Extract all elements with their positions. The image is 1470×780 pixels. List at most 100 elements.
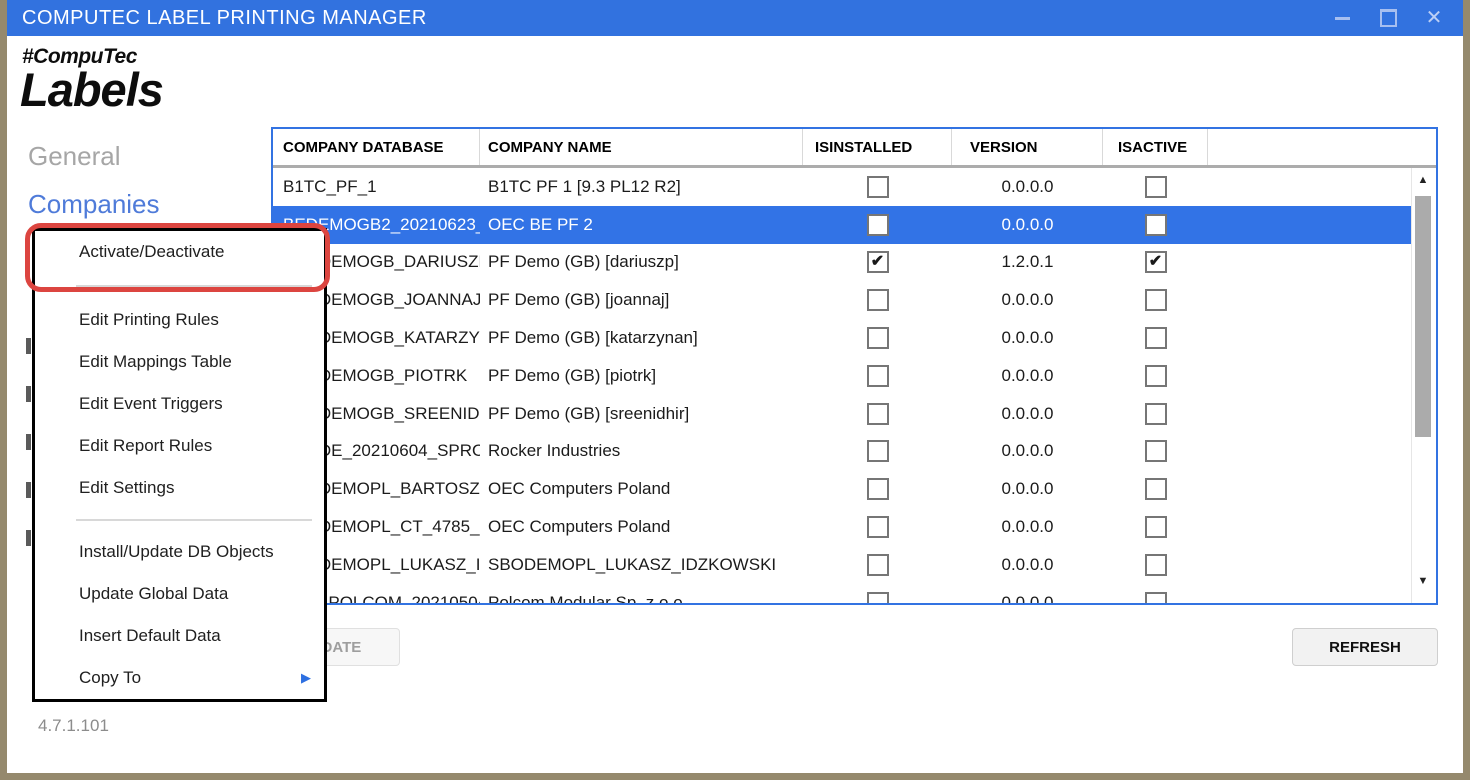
submenu-arrow-icon: ▶ xyxy=(301,670,311,686)
table-row[interactable]: SBODEMOPL_LUKASZ_IDZKOWSKISBODEMOPL_LUKA… xyxy=(273,546,1414,584)
companies-table: COMPANY DATABASE COMPANY NAME ISINSTALLE… xyxy=(271,127,1438,605)
isinstalled-checkbox[interactable] xyxy=(867,365,889,387)
table-row[interactable]: SBODEMOGB_JOANNAJPF Demo (GB) [joannaj]0… xyxy=(273,281,1414,319)
version-cell: 0.0.0.0 xyxy=(952,593,1103,603)
window-controls: ✕ xyxy=(1319,0,1457,36)
isinstalled-checkbox[interactable] xyxy=(867,478,889,500)
column-header-company-database[interactable]: COMPANY DATABASE xyxy=(273,129,480,165)
isactive-cell xyxy=(1103,440,1208,462)
sidebar-item-general[interactable]: General xyxy=(28,141,121,172)
isinstalled-cell xyxy=(803,289,952,311)
column-header-empty xyxy=(1208,129,1436,165)
table-row[interactable]: SBO_POLCOM_20210504Polcom Modular Sp. z … xyxy=(273,584,1414,603)
isactive-checkbox[interactable] xyxy=(1145,554,1167,576)
close-button[interactable]: ✕ xyxy=(1411,0,1457,36)
table-row[interactable]: B1TC_PF_1B1TC PF 1 [9.3 PL12 R2]0.0.0.0 xyxy=(273,168,1414,206)
table-scrollbar[interactable]: ▲ ▼ xyxy=(1411,168,1434,603)
isactive-cell xyxy=(1103,478,1208,500)
isactive-checkbox[interactable] xyxy=(1145,214,1167,236)
isactive-checkbox[interactable] xyxy=(1145,403,1167,425)
isactive-cell xyxy=(1103,214,1208,236)
isinstalled-cell xyxy=(803,214,952,236)
menu-item-edit-report-rules[interactable]: Edit Report Rules xyxy=(35,425,324,467)
sidebar-item-companies[interactable]: Companies xyxy=(28,189,160,220)
table-header: COMPANY DATABASE COMPANY NAME ISINSTALLE… xyxy=(273,129,1436,165)
isactive-checkbox[interactable]: ✔ xyxy=(1145,251,1167,273)
isinstalled-checkbox[interactable] xyxy=(867,327,889,349)
column-header-isactive[interactable]: ISACTIVE xyxy=(1103,129,1208,165)
isactive-checkbox[interactable] xyxy=(1145,478,1167,500)
isinstalled-cell xyxy=(803,327,952,349)
sidebar-item-fragment xyxy=(26,338,31,354)
context-menu: Activate/Deactivate Edit Printing Rules Ed… xyxy=(32,228,327,702)
table-row[interactable]: SBODEMOPL_CT_4785_COMPOEC Computers Pola… xyxy=(273,508,1414,546)
menu-separator xyxy=(35,273,324,299)
isactive-checkbox[interactable] xyxy=(1145,289,1167,311)
isinstalled-checkbox[interactable]: ✔ xyxy=(867,251,889,273)
sidebar-item-fragment xyxy=(26,530,31,546)
menu-item-activate-deactivate[interactable]: Activate/Deactivate xyxy=(35,231,324,273)
scrollbar-thumb[interactable] xyxy=(1415,196,1431,437)
sidebar-item-fragment xyxy=(26,434,31,450)
maximize-button[interactable] xyxy=(1365,0,1411,36)
isactive-cell: ✔ xyxy=(1103,251,1208,273)
isinstalled-checkbox[interactable] xyxy=(867,516,889,538)
isinstalled-checkbox[interactable] xyxy=(867,592,889,603)
table-row[interactable]: SBODEMOGB_DARIUSZPPF Demo (GB) [dariuszp… xyxy=(273,244,1414,282)
close-icon: ✕ xyxy=(1426,8,1443,28)
menu-item-update-global-data[interactable]: Update Global Data xyxy=(35,573,324,615)
scroll-up-icon[interactable]: ▲ xyxy=(1412,174,1434,186)
isinstalled-cell xyxy=(803,440,952,462)
title-bar: COMPUTEC LABEL PRINTING MANAGER ✕ xyxy=(7,0,1463,36)
column-header-isinstalled[interactable]: ISINSTALLED xyxy=(803,129,952,165)
isactive-cell xyxy=(1103,365,1208,387)
menu-item-edit-printing-rules[interactable]: Edit Printing Rules xyxy=(35,299,324,341)
table-row[interactable]: SBODEMOGB_SREENIDHIRPF Demo (GB) [sreeni… xyxy=(273,395,1414,433)
menu-item-install-update-db-objects[interactable]: Install/Update DB Objects xyxy=(35,531,324,573)
isactive-checkbox[interactable] xyxy=(1145,327,1167,349)
refresh-button[interactable]: REFRESH xyxy=(1292,628,1438,666)
version-cell: 0.0.0.0 xyxy=(952,328,1103,348)
isactive-checkbox[interactable] xyxy=(1145,592,1167,603)
menu-item-insert-default-data[interactable]: Insert Default Data xyxy=(35,615,324,657)
menu-item-edit-event-triggers[interactable]: Edit Event Triggers xyxy=(35,383,324,425)
minimize-icon xyxy=(1335,17,1350,20)
table-row[interactable]: BEDEMOGB2_20210623_SOEC BE PF 20.0.0.0 xyxy=(273,206,1414,244)
column-header-company-name[interactable]: COMPANY NAME xyxy=(480,129,803,165)
menu-item-label: Edit Mappings Table xyxy=(79,352,232,372)
isinstalled-checkbox[interactable] xyxy=(867,554,889,576)
company-name-cell: OEC Computers Poland xyxy=(480,479,803,499)
menu-item-label: Edit Event Triggers xyxy=(79,394,223,414)
menu-item-copy-to[interactable]: Copy To▶ xyxy=(35,657,324,699)
version-cell: 0.0.0.0 xyxy=(952,404,1103,424)
scroll-down-icon[interactable]: ▼ xyxy=(1412,575,1434,587)
version-cell: 0.0.0.0 xyxy=(952,479,1103,499)
table-row[interactable]: SBODEMOPL_BARTOSZTOEC Computers Poland0.… xyxy=(273,470,1414,508)
isactive-cell xyxy=(1103,327,1208,349)
version-cell: 0.0.0.0 xyxy=(952,177,1103,197)
isinstalled-checkbox[interactable] xyxy=(867,403,889,425)
menu-item-edit-settings[interactable]: Edit Settings xyxy=(35,467,324,509)
menu-item-edit-mappings-table[interactable]: Edit Mappings Table xyxy=(35,341,324,383)
app-version-label: 4.7.1.101 xyxy=(38,716,109,736)
minimize-button[interactable] xyxy=(1319,0,1365,36)
menu-item-label: Edit Report Rules xyxy=(79,436,212,456)
table-row[interactable]: SBODEMOGB_PIOTRKPF Demo (GB) [piotrk]0.0… xyxy=(273,357,1414,395)
isinstalled-cell xyxy=(803,592,952,603)
isinstalled-checkbox[interactable] xyxy=(867,440,889,462)
isinstalled-checkbox[interactable] xyxy=(867,289,889,311)
isinstalled-checkbox[interactable] xyxy=(867,176,889,198)
version-cell: 0.0.0.0 xyxy=(952,366,1103,386)
table-row[interactable]: SBODEMOGB_KATARZYNANPF Demo (GB) [katarz… xyxy=(273,319,1414,357)
isactive-checkbox[interactable] xyxy=(1145,176,1167,198)
isactive-checkbox[interactable] xyxy=(1145,516,1167,538)
isactive-checkbox[interactable] xyxy=(1145,365,1167,387)
isinstalled-checkbox[interactable] xyxy=(867,214,889,236)
menu-item-label: Insert Default Data xyxy=(79,626,221,646)
company-name-cell: OEC Computers Poland xyxy=(480,517,803,537)
menu-item-label: Edit Printing Rules xyxy=(79,310,219,330)
isactive-checkbox[interactable] xyxy=(1145,440,1167,462)
table-row[interactable]: SBODE_20210604_SPROCKETRocker Industries… xyxy=(273,433,1414,471)
isinstalled-cell xyxy=(803,403,952,425)
column-header-version[interactable]: VERSION xyxy=(952,129,1103,165)
